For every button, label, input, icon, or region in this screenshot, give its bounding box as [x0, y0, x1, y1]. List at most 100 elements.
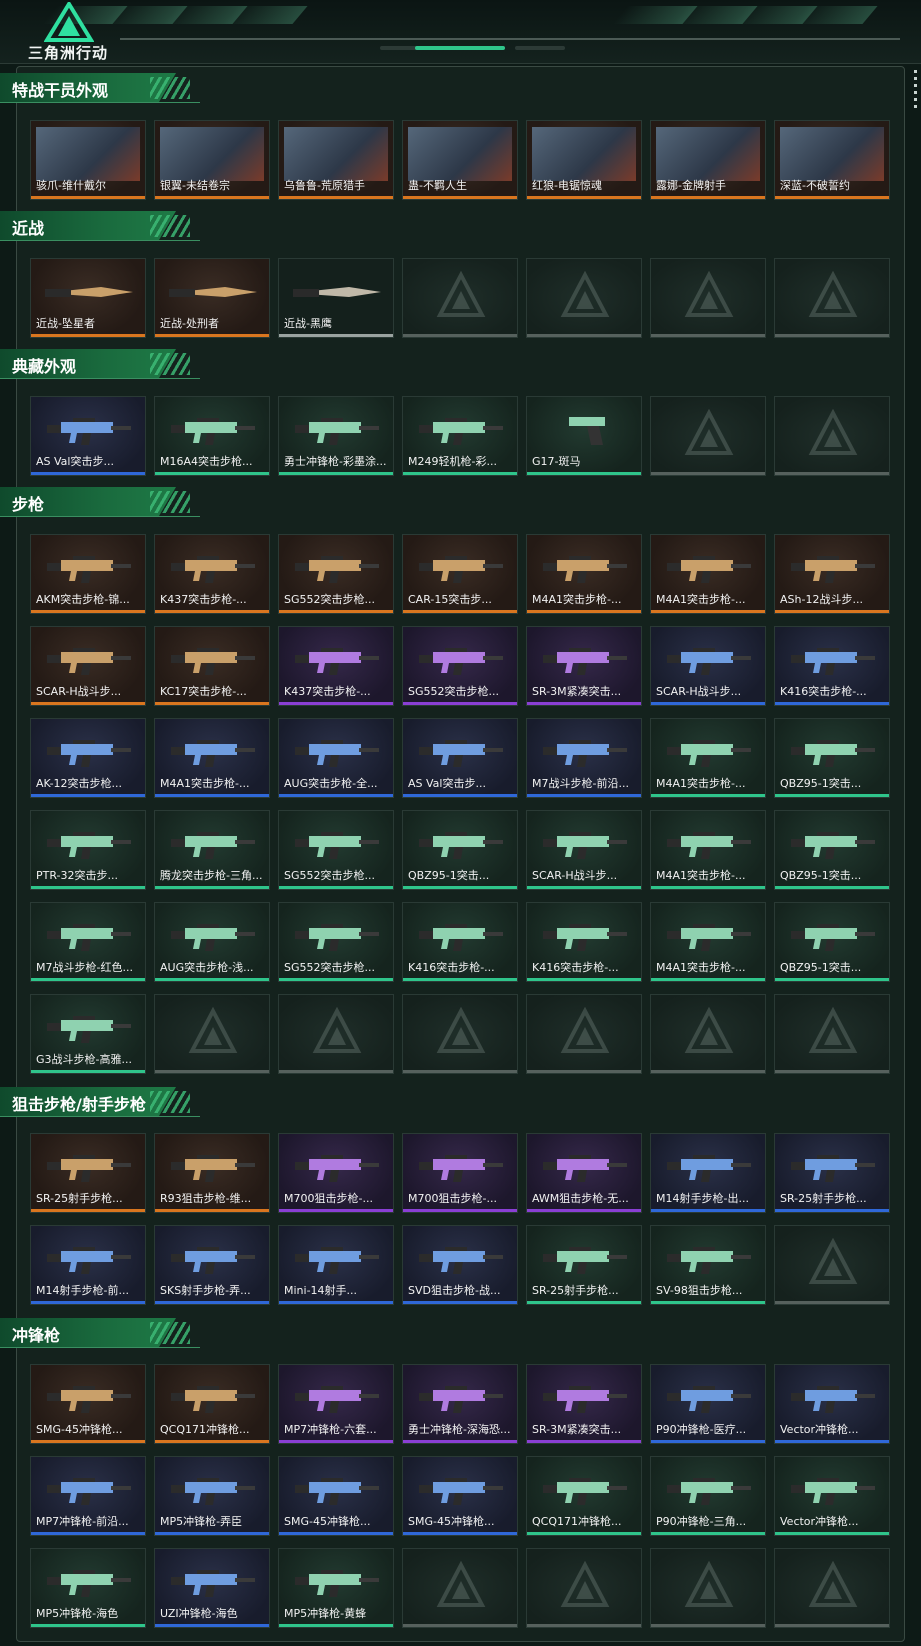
skin-card[interactable]: 骇爪-维什戴尔: [30, 120, 146, 200]
skin-card[interactable]: M16A4突击步枪...: [154, 396, 270, 476]
section-header: 特战干员外观: [0, 73, 200, 103]
skin-card[interactable]: K416突击步枪-...: [402, 902, 518, 982]
rarity-bar: [651, 472, 765, 475]
empty-slot: [774, 396, 890, 476]
rarity-bar: [651, 1624, 765, 1627]
operator-portrait: [780, 127, 884, 181]
skin-card[interactable]: QCQ171冲锋枪...: [154, 1364, 270, 1444]
skin-name: Vector冲锋枪...: [780, 1423, 859, 1436]
skin-card[interactable]: M4A1突击步枪-...: [650, 534, 766, 614]
skin-card[interactable]: M4A1突击步枪-...: [526, 534, 642, 614]
skin-card[interactable]: 勇士冲锋枪-彩墨涂...: [278, 396, 394, 476]
skin-card[interactable]: 近战-处刑者: [154, 258, 270, 338]
skin-card[interactable]: SMG-45冲锋枪...: [278, 1456, 394, 1536]
skin-card[interactable]: 近战-黑鹰: [278, 258, 394, 338]
skin-card[interactable]: K437突击步枪-...: [278, 626, 394, 706]
skin-card[interactable]: M700狙击步枪-...: [278, 1133, 394, 1213]
skin-card[interactable]: 腾龙突击步枪-三角...: [154, 810, 270, 890]
skin-card[interactable]: AS Val突击步...: [402, 718, 518, 798]
skin-card[interactable]: SR-25射手步枪...: [774, 1133, 890, 1213]
skin-name: SCAR-H战斗步...: [36, 685, 122, 698]
skin-card[interactable]: UZI冲锋枪-海色: [154, 1548, 270, 1628]
skin-card[interactable]: 勇士冲锋枪-深海恐...: [402, 1364, 518, 1444]
skin-card[interactable]: SR-3M紧凑突击...: [526, 1364, 642, 1444]
skin-card[interactable]: AUG突击步枪-全...: [278, 718, 394, 798]
skin-card[interactable]: SMG-45冲锋枪...: [402, 1456, 518, 1536]
skin-card[interactable]: M249轻机枪-彩...: [402, 396, 518, 476]
skin-card[interactable]: QBZ95-1突击...: [774, 810, 890, 890]
rarity-bar: [527, 794, 641, 797]
banner-stripe: [222, 6, 308, 24]
skin-card[interactable]: SKS射手步枪-弄...: [154, 1225, 270, 1305]
empty-slot-logo-icon: [436, 1007, 486, 1053]
skin-card[interactable]: MP5冲锋枪-弄臣: [154, 1456, 270, 1536]
skin-card[interactable]: P90冲锋枪-医疗...: [650, 1364, 766, 1444]
rarity-bar: [155, 1624, 269, 1627]
skin-card[interactable]: MP5冲锋枪-海色: [30, 1548, 146, 1628]
skin-card[interactable]: SG552突击步枪...: [278, 534, 394, 614]
weapon-icon: [667, 1247, 751, 1274]
skin-card[interactable]: QBZ95-1突击...: [774, 902, 890, 982]
skin-card[interactable]: M7战斗步枪-红色...: [30, 902, 146, 982]
skin-card[interactable]: AS Val突击步...: [30, 396, 146, 476]
skin-card[interactable]: 露娜-金牌射手: [650, 120, 766, 200]
rarity-bar: [651, 794, 765, 797]
skin-card[interactable]: MP7冲锋枪-六套...: [278, 1364, 394, 1444]
skin-card[interactable]: AWM狙击步枪-无...: [526, 1133, 642, 1213]
skin-card[interactable]: SR-25射手步枪...: [30, 1133, 146, 1213]
skin-card[interactable]: M14射手步枪-出...: [650, 1133, 766, 1213]
skin-card[interactable]: M700狙击步枪-...: [402, 1133, 518, 1213]
skin-card[interactable]: K437突击步枪-...: [154, 534, 270, 614]
skin-card[interactable]: 蛊-不羁人生: [402, 120, 518, 200]
skin-card[interactable]: SR-25射手步枪...: [526, 1225, 642, 1305]
skin-card[interactable]: CAR-15突击步...: [402, 534, 518, 614]
skin-name: M249轻机枪-彩...: [408, 455, 497, 468]
skin-card[interactable]: M4A1突击步枪-...: [650, 718, 766, 798]
skin-card[interactable]: SR-3M紧凑突击...: [526, 626, 642, 706]
skin-card[interactable]: P90冲锋枪-三角...: [650, 1456, 766, 1536]
skin-card[interactable]: M4A1突击步枪-...: [650, 810, 766, 890]
skin-card[interactable]: M7战斗步枪-前沿...: [526, 718, 642, 798]
skin-card[interactable]: SCAR-H战斗步...: [526, 810, 642, 890]
skin-card[interactable]: SMG-45冲锋枪...: [30, 1364, 146, 1444]
skin-name: AK-12突击步枪...: [36, 777, 123, 790]
skin-card[interactable]: AK-12突击步枪...: [30, 718, 146, 798]
skin-card[interactable]: G17-斑马: [526, 396, 642, 476]
skin-card[interactable]: K416突击步枪-...: [774, 626, 890, 706]
skin-card[interactable]: QBZ95-1突击...: [774, 718, 890, 798]
skin-card[interactable]: MP7冲锋枪-前沿...: [30, 1456, 146, 1536]
skin-card[interactable]: AKM突击步枪-锦...: [30, 534, 146, 614]
skin-card[interactable]: M4A1突击步枪-...: [650, 902, 766, 982]
scrollbar-handle[interactable]: [914, 70, 917, 110]
skin-card[interactable]: MP5冲锋枪-黄蜂: [278, 1548, 394, 1628]
empty-slot-logo-icon: [808, 271, 858, 317]
skin-card[interactable]: 近战-坠星者: [30, 258, 146, 338]
skin-card[interactable]: AUG突击步枪-浅...: [154, 902, 270, 982]
skin-card[interactable]: ASh-12战斗步...: [774, 534, 890, 614]
skin-card[interactable]: SG552突击步枪...: [278, 902, 394, 982]
skin-card[interactable]: KC17突击步枪-...: [154, 626, 270, 706]
skin-card[interactable]: SVD狙击步枪-战...: [402, 1225, 518, 1305]
skin-card[interactable]: 乌鲁鲁-荒原猎手: [278, 120, 394, 200]
skin-card[interactable]: K416突击步枪-...: [526, 902, 642, 982]
skin-card[interactable]: SCAR-H战斗步...: [650, 626, 766, 706]
skin-card[interactable]: 红狼-电锯惊魂: [526, 120, 642, 200]
skin-card[interactable]: R93狙击步枪-维...: [154, 1133, 270, 1213]
skin-card[interactable]: 深蓝-不破誓约: [774, 120, 890, 200]
skin-card[interactable]: 银翼-未结卷宗: [154, 120, 270, 200]
skin-card[interactable]: QBZ95-1突击...: [402, 810, 518, 890]
skin-card[interactable]: SG552突击步枪...: [278, 810, 394, 890]
skin-card[interactable]: Mini-14射手...: [278, 1225, 394, 1305]
skin-card[interactable]: SV-98狙击步枪...: [650, 1225, 766, 1305]
skin-card[interactable]: Vector冲锋枪...: [774, 1456, 890, 1536]
weapon-icon: [295, 648, 379, 675]
skin-card[interactable]: M4A1突击步枪-...: [154, 718, 270, 798]
skin-card[interactable]: PTR-32突击步...: [30, 810, 146, 890]
skin-card[interactable]: G3战斗步枪-高雅...: [30, 994, 146, 1074]
skin-card[interactable]: M14射手步枪-前...: [30, 1225, 146, 1305]
skin-card[interactable]: SCAR-H战斗步...: [30, 626, 146, 706]
weapon-icon: [667, 740, 751, 767]
skin-card[interactable]: QCQ171冲锋枪...: [526, 1456, 642, 1536]
skin-card[interactable]: SG552突击步枪...: [402, 626, 518, 706]
skin-card[interactable]: Vector冲锋枪...: [774, 1364, 890, 1444]
